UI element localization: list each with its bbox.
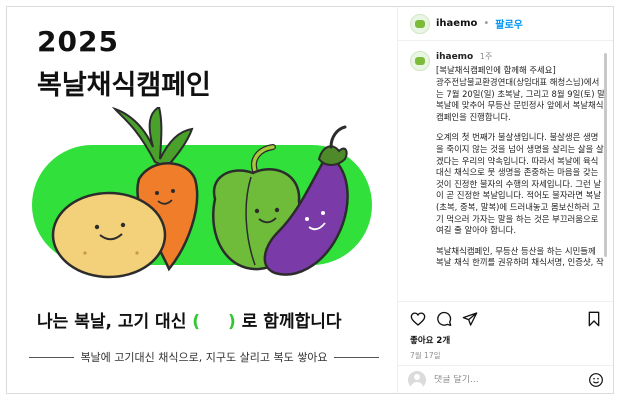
tagline-open-paren: ( [192, 312, 201, 332]
emoji-icon[interactable] [588, 372, 604, 388]
post-image: 2025 복날채식캠페인 나는 복날, 고기 대신 () 로 함께합니다 복날… [7, 7, 397, 393]
post-frame: 2025 복날채식캠페인 나는 복날, 고기 대신 () 로 함께합니다 복날… [6, 6, 614, 394]
bookmark-icon[interactable] [586, 311, 602, 327]
poster-tagline: 나는 복날, 고기 대신 () 로 함께합니다 [37, 307, 342, 332]
subline-text: 복날에 고기대신 채식으로, 지구도 살리고 복도 쌓아요 [80, 351, 328, 364]
tagline-start: 나는 복날, 고기 대신 [37, 312, 187, 332]
header-username[interactable]: ihaemo [436, 18, 477, 29]
caption-paragraph: [복날채식캠페인에 함께해 주세요] 광주전남불교환경연대(상임대표 해청스님)… [436, 65, 605, 122]
comment-bar [398, 365, 613, 393]
caption-scrollbar[interactable] [604, 53, 607, 257]
caption-time: 1주 [479, 52, 493, 61]
poster-subline: 복날에 고기대신 채식으로, 지구도 살리고 복도 쌓아요 [29, 349, 379, 365]
comment-icon[interactable] [436, 311, 452, 327]
caption-meta: ihaemo 1주 [436, 51, 606, 63]
post-header: ihaemo • 팔로우 [398, 7, 613, 41]
comment-input[interactable] [434, 374, 580, 385]
action-icons [410, 310, 602, 328]
poster-year: 2025 [37, 25, 119, 58]
post-date: 7월 17일 [410, 351, 441, 360]
subline-rule-right [333, 356, 379, 358]
caption: ihaemo 1주 [복날채식캠페인에 함께해 주세요] 광주전남불교환경연대(… [410, 51, 606, 269]
caption-username[interactable]: ihaemo [436, 52, 473, 62]
action-section: 좋아요 2개 7월 17일 [398, 301, 613, 361]
caption-paragraph: 오계의 첫 번째가 불살생입니다. 불살생은 생명을 죽이지 않는 것을 넘어 … [436, 132, 604, 236]
header-separator: • [483, 18, 490, 29]
avatar[interactable] [410, 13, 430, 34]
caption-row: ihaemo 1주 [복날채식캠페인에 함께해 주세요] 광주전남불교환경연대(… [410, 51, 606, 269]
caption-body: ihaemo 1주 [복날채식캠페인에 함께해 주세요] 광주전남불교환경연대(… [436, 51, 606, 269]
potato [51, 191, 167, 279]
tagline-close-paren: ) [228, 312, 236, 332]
vegetables-illustration [32, 107, 372, 279]
subline-rule-left [29, 356, 75, 358]
caption-avatar[interactable] [410, 51, 430, 71]
poster-title: 복날채식캠페인 [37, 70, 211, 101]
tagline-end: 로 함께합니다 [241, 312, 342, 332]
eggplant-cap [317, 145, 348, 166]
follow-button[interactable]: 팔로우 [495, 16, 523, 31]
caption-paragraph: 복날채식캠페인, 무등산 등산을 하는 시민들께 복날 채식 한끼를 권유하며 … [436, 245, 604, 269]
post-side-panel: ihaemo • 팔로우 ihaemo 1주 [복날채식캠페인에 함께해 주세요… [397, 7, 613, 393]
user-avatar [408, 370, 426, 389]
heart-icon[interactable] [410, 311, 426, 327]
likes-count[interactable]: 좋아요 2개 [410, 334, 602, 346]
share-icon[interactable] [462, 311, 478, 327]
